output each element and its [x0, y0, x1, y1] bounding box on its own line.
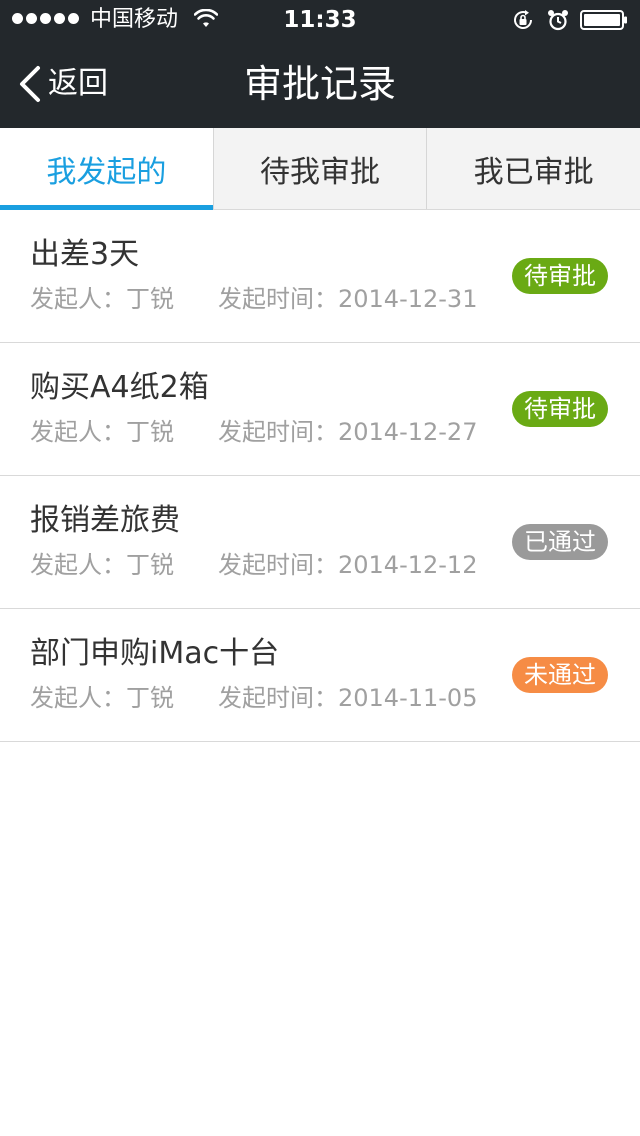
record-title: 部门申购iMac十台 [30, 636, 280, 671]
approval-list: 出差3天 发起人：丁锐 发起时间：2014-12-31 待审批 购买A4纸2箱 发… [0, 210, 640, 742]
record-title: 出差3天 [30, 237, 140, 272]
record-initiator: 发起人：丁锐 [30, 285, 174, 313]
approval-records-screen: 中国移动 11:33 返回 审批记录 我发起的 待我审批 我已审批 出差3天 发… [0, 0, 640, 1136]
rotation-lock-icon [514, 10, 532, 29]
record-time: 发起时间：2014-11-05 [218, 684, 478, 712]
alarm-icon [548, 10, 568, 31]
list-item[interactable]: 部门申购iMac十台 发起人：丁锐 发起时间：2014-11-05 未通过 [0, 609, 640, 742]
list-item[interactable]: 购买A4纸2箱 发起人：丁锐 发起时间：2014-12-27 待审批 [0, 343, 640, 476]
record-time: 发起时间：2014-12-12 [218, 551, 478, 579]
status-badge: 未通过 [512, 657, 608, 693]
status-bar: 中国移动 11:33 [0, 0, 640, 40]
record-meta: 发起人：丁锐 发起时间：2014-12-27 [30, 417, 477, 447]
status-badge: 已通过 [512, 524, 608, 560]
clock: 11:33 [283, 7, 357, 33]
battery-icon [580, 10, 627, 30]
tab-approved-by-me[interactable]: 我已审批 [426, 128, 640, 209]
record-meta: 发起人：丁锐 发起时间：2014-12-31 [30, 284, 477, 314]
record-meta: 发起人：丁锐 发起时间：2014-12-12 [30, 550, 477, 580]
record-meta: 发起人：丁锐 发起时间：2014-11-05 [30, 683, 477, 713]
status-badge: 待审批 [512, 391, 608, 427]
record-title: 报销差旅费 [30, 503, 180, 538]
header: 中国移动 11:33 返回 审批记录 [0, 0, 640, 128]
record-title: 购买A4纸2箱 [30, 370, 209, 405]
page-title: 审批记录 [243, 62, 396, 106]
list-item[interactable]: 出差3天 发起人：丁锐 发起时间：2014-12-31 待审批 [0, 210, 640, 343]
status-badge: 待审批 [512, 258, 608, 294]
list-item[interactable]: 报销差旅费 发起人：丁锐 发起时间：2014-12-12 已通过 [0, 476, 640, 609]
navigation-bar: 返回 审批记录 [0, 40, 640, 128]
tab-initiated-by-me[interactable]: 我发起的 [0, 128, 213, 210]
tab-bar: 我发起的 待我审批 我已审批 [0, 128, 640, 210]
record-time: 发起时间：2014-12-27 [218, 418, 478, 446]
record-initiator: 发起人：丁锐 [30, 551, 174, 579]
tab-pending-my-approval[interactable]: 待我审批 [212, 128, 427, 209]
record-initiator: 发起人：丁锐 [30, 418, 174, 446]
record-time: 发起时间：2014-12-31 [218, 285, 478, 313]
record-initiator: 发起人：丁锐 [30, 684, 174, 712]
